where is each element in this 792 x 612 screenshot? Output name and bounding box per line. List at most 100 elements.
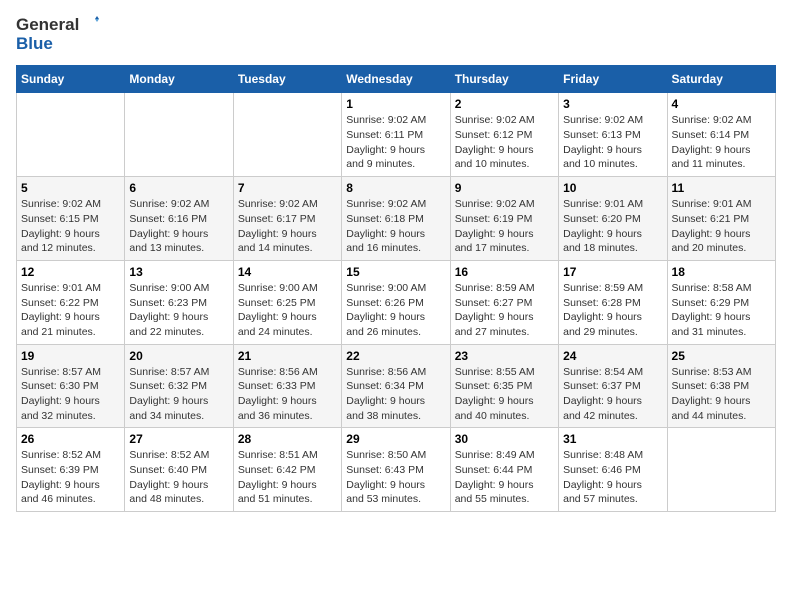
calendar-week-row: 12 Sunrise: 9:01 AM Sunset: 6:22 PM Dayli…: [17, 260, 776, 344]
day-info: Sunrise: 9:02 AM Sunset: 6:12 PM Dayligh…: [455, 113, 554, 172]
calendar-cell: 27 Sunrise: 8:52 AM Sunset: 6:40 PM Dayli…: [125, 428, 233, 512]
day-info: Sunrise: 9:02 AM Sunset: 6:16 PM Dayligh…: [129, 197, 228, 256]
day-number: 6: [129, 181, 228, 195]
day-info: Sunrise: 8:57 AM Sunset: 6:30 PM Dayligh…: [21, 365, 120, 424]
calendar-cell: 9 Sunrise: 9:02 AM Sunset: 6:19 PM Daylig…: [450, 177, 558, 261]
day-info: Sunrise: 8:49 AM Sunset: 6:44 PM Dayligh…: [455, 448, 554, 507]
logo: General Blue: [16, 16, 99, 53]
day-number: 2: [455, 97, 554, 111]
day-info: Sunrise: 9:00 AM Sunset: 6:23 PM Dayligh…: [129, 281, 228, 340]
day-number: 26: [21, 432, 120, 446]
day-info: Sunrise: 8:48 AM Sunset: 6:46 PM Dayligh…: [563, 448, 662, 507]
day-info: Sunrise: 8:54 AM Sunset: 6:37 PM Dayligh…: [563, 365, 662, 424]
calendar-header-row: SundayMondayTuesdayWednesdayThursdayFrid…: [17, 66, 776, 93]
calendar-cell: 3Sunrise: 9:02 AM Sunset: 6:13 PM Daylig…: [559, 93, 667, 177]
day-number: 21: [238, 349, 337, 363]
calendar-cell: 30 Sunrise: 8:49 AM Sunset: 6:44 PM Dayli…: [450, 428, 558, 512]
calendar-cell: 5 Sunrise: 9:02 AM Sunset: 6:15 PM Daylig…: [17, 177, 125, 261]
calendar-cell: 13 Sunrise: 9:00 AM Sunset: 6:23 PM Dayli…: [125, 260, 233, 344]
day-info: Sunrise: 8:59 AM Sunset: 6:27 PM Dayligh…: [455, 281, 554, 340]
day-info: Sunrise: 9:01 AM Sunset: 6:22 PM Dayligh…: [21, 281, 120, 340]
day-info: Sunrise: 8:56 AM Sunset: 6:33 PM Dayligh…: [238, 365, 337, 424]
day-number: 17: [563, 265, 662, 279]
calendar-cell: 17 Sunrise: 8:59 AM Sunset: 6:28 PM Dayli…: [559, 260, 667, 344]
day-number: 8: [346, 181, 445, 195]
calendar-cell: 1 Sunrise: 9:02 AM Sunset: 6:11 PM Daylig…: [342, 93, 450, 177]
logo-blue: Blue: [16, 35, 99, 54]
calendar-cell: 16 Sunrise: 8:59 AM Sunset: 6:27 PM Dayli…: [450, 260, 558, 344]
day-number: 31: [563, 432, 662, 446]
day-number: 14: [238, 265, 337, 279]
day-number: 19: [21, 349, 120, 363]
weekday-header: Saturday: [667, 66, 775, 93]
calendar-cell: 23 Sunrise: 8:55 AM Sunset: 6:35 PM Dayli…: [450, 344, 558, 428]
logo-bird-icon: [81, 16, 99, 34]
calendar-cell: 31 Sunrise: 8:48 AM Sunset: 6:46 PM Dayli…: [559, 428, 667, 512]
weekday-header: Wednesday: [342, 66, 450, 93]
day-number: 5: [21, 181, 120, 195]
day-number: 7: [238, 181, 337, 195]
calendar-week-row: 19 Sunrise: 8:57 AM Sunset: 6:30 PM Dayli…: [17, 344, 776, 428]
day-info: Sunrise: 8:53 AM Sunset: 6:38 PM Dayligh…: [672, 365, 771, 424]
calendar-cell: 20Sunrise: 8:57 AM Sunset: 6:32 PM Dayli…: [125, 344, 233, 428]
logo-general: General: [16, 16, 79, 35]
weekday-header: Monday: [125, 66, 233, 93]
calendar-cell: 21 Sunrise: 8:56 AM Sunset: 6:33 PM Dayli…: [233, 344, 341, 428]
day-number: 15: [346, 265, 445, 279]
day-info: Sunrise: 8:58 AM Sunset: 6:29 PM Dayligh…: [672, 281, 771, 340]
day-number: 9: [455, 181, 554, 195]
day-info: Sunrise: 8:52 AM Sunset: 6:39 PM Dayligh…: [21, 448, 120, 507]
calendar-cell: 26 Sunrise: 8:52 AM Sunset: 6:39 PM Dayli…: [17, 428, 125, 512]
day-info: Sunrise: 8:59 AM Sunset: 6:28 PM Dayligh…: [563, 281, 662, 340]
calendar-cell: 14 Sunrise: 9:00 AM Sunset: 6:25 PM Dayli…: [233, 260, 341, 344]
day-number: 12: [21, 265, 120, 279]
day-info: Sunrise: 8:52 AM Sunset: 6:40 PM Dayligh…: [129, 448, 228, 507]
calendar-cell: [667, 428, 775, 512]
calendar-cell: [17, 93, 125, 177]
day-info: Sunrise: 9:00 AM Sunset: 6:26 PM Dayligh…: [346, 281, 445, 340]
day-number: 22: [346, 349, 445, 363]
weekday-header: Tuesday: [233, 66, 341, 93]
day-info: Sunrise: 9:00 AM Sunset: 6:25 PM Dayligh…: [238, 281, 337, 340]
day-info: Sunrise: 9:02 AM Sunset: 6:19 PM Dayligh…: [455, 197, 554, 256]
day-info: Sunrise: 9:01 AM Sunset: 6:20 PM Dayligh…: [563, 197, 662, 256]
weekday-header: Sunday: [17, 66, 125, 93]
day-number: 23: [455, 349, 554, 363]
day-info: Sunrise: 8:55 AM Sunset: 6:35 PM Dayligh…: [455, 365, 554, 424]
day-number: 10: [563, 181, 662, 195]
day-info: Sunrise: 8:51 AM Sunset: 6:42 PM Dayligh…: [238, 448, 337, 507]
calendar-cell: 6 Sunrise: 9:02 AM Sunset: 6:16 PM Daylig…: [125, 177, 233, 261]
calendar-cell: 28Sunrise: 8:51 AM Sunset: 6:42 PM Dayli…: [233, 428, 341, 512]
day-number: 4: [672, 97, 771, 111]
calendar-week-row: 1 Sunrise: 9:02 AM Sunset: 6:11 PM Daylig…: [17, 93, 776, 177]
calendar-cell: [125, 93, 233, 177]
calendar-table: SundayMondayTuesdayWednesdayThursdayFrid…: [16, 65, 776, 512]
day-number: 27: [129, 432, 228, 446]
calendar-cell: 25Sunrise: 8:53 AM Sunset: 6:38 PM Dayli…: [667, 344, 775, 428]
day-info: Sunrise: 9:02 AM Sunset: 6:11 PM Dayligh…: [346, 113, 445, 172]
weekday-header: Thursday: [450, 66, 558, 93]
day-number: 29: [346, 432, 445, 446]
day-info: Sunrise: 9:02 AM Sunset: 6:15 PM Dayligh…: [21, 197, 120, 256]
day-number: 18: [672, 265, 771, 279]
calendar-cell: [233, 93, 341, 177]
calendar-cell: 8 Sunrise: 9:02 AM Sunset: 6:18 PM Daylig…: [342, 177, 450, 261]
calendar-week-row: 5 Sunrise: 9:02 AM Sunset: 6:15 PM Daylig…: [17, 177, 776, 261]
calendar-cell: 11Sunrise: 9:01 AM Sunset: 6:21 PM Dayli…: [667, 177, 775, 261]
calendar-cell: 22Sunrise: 8:56 AM Sunset: 6:34 PM Dayli…: [342, 344, 450, 428]
day-number: 16: [455, 265, 554, 279]
calendar-cell: 15 Sunrise: 9:00 AM Sunset: 6:26 PM Dayli…: [342, 260, 450, 344]
weekday-header: Friday: [559, 66, 667, 93]
day-info: Sunrise: 9:02 AM Sunset: 6:18 PM Dayligh…: [346, 197, 445, 256]
calendar-cell: 10 Sunrise: 9:01 AM Sunset: 6:20 PM Dayli…: [559, 177, 667, 261]
calendar-cell: 24 Sunrise: 8:54 AM Sunset: 6:37 PM Dayli…: [559, 344, 667, 428]
day-number: 30: [455, 432, 554, 446]
day-number: 13: [129, 265, 228, 279]
calendar-cell: 12 Sunrise: 9:01 AM Sunset: 6:22 PM Dayli…: [17, 260, 125, 344]
day-info: Sunrise: 9:02 AM Sunset: 6:14 PM Dayligh…: [672, 113, 771, 172]
day-number: 24: [563, 349, 662, 363]
calendar-cell: 4 Sunrise: 9:02 AM Sunset: 6:14 PM Daylig…: [667, 93, 775, 177]
day-number: 1: [346, 97, 445, 111]
page-header: General Blue: [16, 16, 776, 53]
day-info: Sunrise: 9:02 AM Sunset: 6:17 PM Dayligh…: [238, 197, 337, 256]
